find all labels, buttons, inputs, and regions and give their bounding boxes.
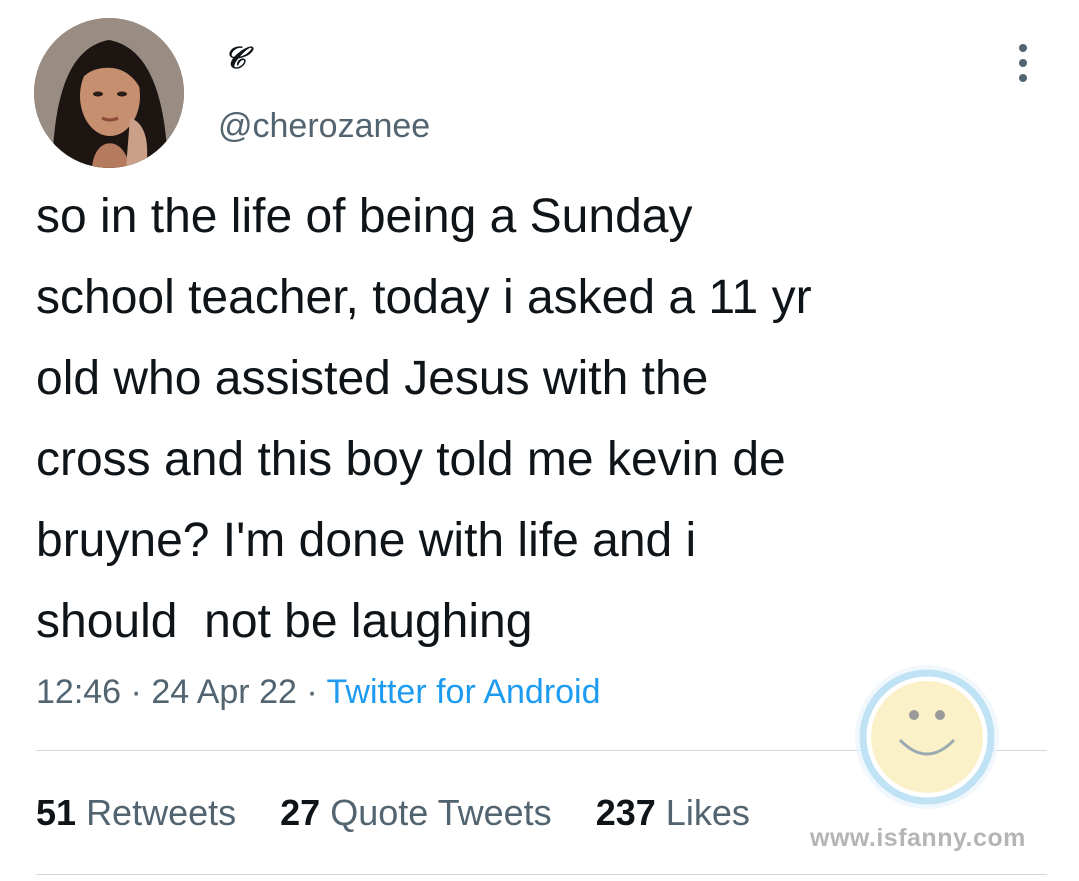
likes-stat[interactable]: 237 Likes: [596, 790, 750, 836]
user-handle[interactable]: @cherozanee: [218, 106, 430, 146]
meta-separator: ·: [130, 673, 142, 711]
meta-separator: ·: [306, 673, 318, 711]
avatar[interactable]: [34, 18, 184, 168]
retweets-stat[interactable]: 51 Retweets: [36, 790, 236, 836]
retweets-label: Retweets: [86, 792, 237, 833]
display-name[interactable]: 𝒞: [224, 42, 246, 76]
quote-tweets-stat[interactable]: 27 Quote Tweets: [280, 790, 552, 836]
likes-label: Likes: [665, 792, 750, 833]
tweet-source-link[interactable]: Twitter for Android: [327, 673, 601, 711]
engagement-stats: 51 Retweets 27 Quote Tweets 237 Likes: [36, 790, 784, 836]
tweet-date[interactable]: 24 Apr 22: [151, 673, 297, 711]
watermark-text: www.isfanny.com: [810, 824, 1026, 852]
tweet-meta: 12:46 · 24 Apr 22 · Twitter for Android: [36, 670, 601, 714]
smiley-watermark-icon: [855, 665, 999, 809]
likes-count: 237: [595, 792, 656, 833]
quote-tweets-count: 27: [280, 792, 321, 833]
tweet-text: so in the life of being a Sunday school …: [36, 190, 812, 648]
profile-photo: [34, 18, 184, 168]
quote-tweets-label: Quote Tweets: [330, 792, 552, 833]
tweet-time[interactable]: 12:46: [36, 673, 121, 711]
more-options-button[interactable]: [1008, 42, 1038, 84]
retweets-count: 51: [36, 792, 77, 833]
divider: [36, 874, 1047, 875]
